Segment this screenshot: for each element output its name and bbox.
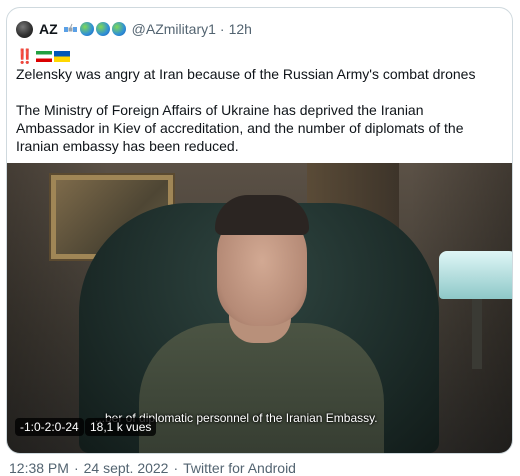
globe-icon: [79, 22, 94, 36]
lamp-shade: [439, 251, 512, 299]
ukraine-flag-icon: [54, 50, 71, 62]
tweet-footer: 12:38 PM · 24 sept. 2022 · Twitter for A…: [9, 460, 296, 476]
separator-dot: ·: [73, 460, 79, 476]
post-date[interactable]: 24 sept. 2022: [84, 460, 169, 476]
video-duration-badge: -1:0-2:0-24: [15, 418, 84, 436]
user-handle[interactable]: @AZmilitary1: [132, 21, 216, 37]
tweet-paragraph-2: The Ministry of Foreign Affairs of Ukrai…: [16, 102, 464, 154]
separator-dot: ·: [173, 460, 179, 476]
headline-text: Zelensky was angry at Iran because of th…: [16, 66, 476, 82]
globe-icon: [95, 22, 110, 36]
name-emoji-badges: [62, 21, 126, 37]
tweet-header: AZ @AZmilitary1 · 12h: [16, 19, 252, 39]
video-player[interactable]: ...ber of diplomatic personnel of the Ir…: [7, 163, 512, 453]
tweet-line-1: ‼️ Zelensky was angry at Iran because of…: [16, 47, 496, 83]
person-hair: [215, 195, 309, 235]
relative-timestamp[interactable]: 12h: [229, 21, 252, 37]
tweet-text: ‼️ Zelensky was angry at Iran because of…: [16, 47, 496, 155]
post-time[interactable]: 12:38 PM: [9, 460, 69, 476]
globe-icon: [111, 22, 126, 36]
post-client[interactable]: Twitter for Android: [183, 460, 296, 476]
tweet-card[interactable]: AZ @AZmilitary1 · 12h ‼️ Zelensky was an…: [6, 7, 513, 454]
lamp-stand: [472, 299, 482, 369]
separator-dot: ·: [219, 21, 225, 37]
avatar[interactable]: [16, 20, 33, 38]
iran-flag-icon: [36, 50, 53, 62]
double-exclamation-icon: ‼️: [16, 48, 33, 64]
video-views-badge: 18,1 k vues: [85, 418, 157, 436]
display-name[interactable]: AZ: [39, 21, 58, 37]
satellite-icon: [62, 21, 78, 37]
